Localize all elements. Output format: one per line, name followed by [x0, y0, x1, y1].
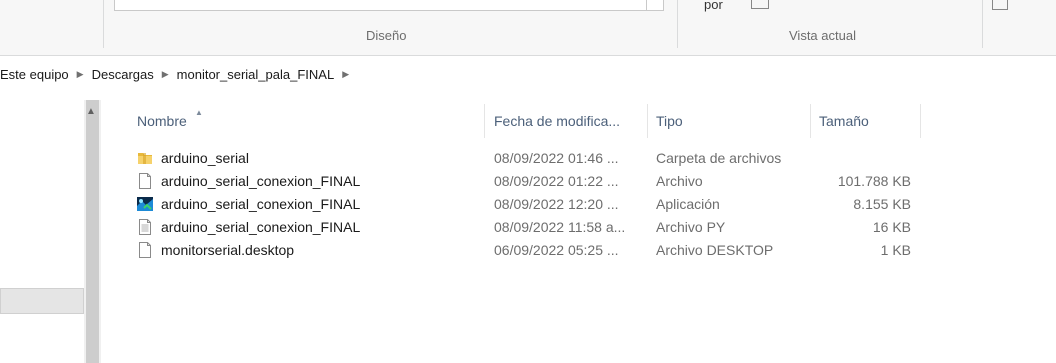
- column-header-size[interactable]: Tamaño: [811, 102, 921, 140]
- file-size: [807, 146, 911, 169]
- ribbon-separator: [982, 0, 983, 48]
- file-name-cell[interactable]: arduino_serial_conexion_FINAL: [137, 169, 360, 192]
- column-header-name[interactable]: Nombre: [101, 102, 485, 140]
- file-name: monitorserial.desktop: [161, 241, 295, 258]
- column-header: Nombre Fecha de modifica... Tipo Tamaño: [101, 102, 1056, 140]
- ribbon-group-layout: Diseño: [366, 28, 407, 43]
- ribbon-input-remnant: [114, 0, 664, 11]
- file-row[interactable]: arduino_serial_conexion_FINAL 08/09/2022…: [101, 215, 1056, 238]
- column-header-type[interactable]: Tipo: [648, 102, 811, 140]
- scrollbar-thumb[interactable]: [86, 100, 99, 363]
- column-header-date[interactable]: Fecha de modifica...: [485, 102, 648, 140]
- file-date: 08/09/2022 01:22 ...: [494, 172, 619, 189]
- ribbon-scroll-remnant: [646, 0, 663, 10]
- ribbon-group-current-view: Vista actual: [789, 28, 856, 43]
- sort-ascending-icon: ▲: [195, 108, 203, 117]
- columns-icon[interactable]: [751, 0, 769, 9]
- column-header-name-label: Nombre: [137, 113, 187, 129]
- file-date: 08/09/2022 01:46 ...: [494, 149, 619, 166]
- column-divider[interactable]: [920, 104, 921, 138]
- folder-icon: [137, 150, 153, 166]
- column-header-type-label: Tipo: [656, 113, 683, 129]
- file-date: 06/09/2022 05:25 ...: [494, 241, 619, 258]
- file-type: Archivo PY: [656, 218, 726, 235]
- ribbon-separator: [677, 0, 678, 48]
- ribbon-checkbox-remnant[interactable]: [992, 0, 1008, 10]
- file-name: arduino_serial_conexion_FINAL: [161, 195, 361, 212]
- file-icon: [137, 241, 153, 258]
- file-type: Aplicación: [656, 195, 720, 212]
- chevron-right-icon[interactable]: ▶: [73, 69, 88, 80]
- file-row[interactable]: arduino_serial_conexion_FINAL 08/09/2022…: [101, 169, 1056, 192]
- file-size: 8.155 KB: [853, 195, 911, 212]
- file-size: 16 KB: [872, 218, 911, 235]
- breadcrumb-current-folder[interactable]: monitor_serial_pala_FINAL: [173, 67, 339, 82]
- file-type: Archivo DESKTOP: [656, 241, 774, 258]
- file-size: 101.788 KB: [837, 172, 911, 189]
- file-date: 08/09/2022 11:58 a...: [494, 218, 626, 235]
- file-list: arduino_serial 08/09/2022 01:46 ... Carp…: [101, 146, 1056, 261]
- ribbon-separator: [103, 0, 104, 48]
- file-name-cell[interactable]: arduino_serial_conexion_FINAL: [137, 215, 360, 238]
- text-file-icon: [137, 218, 153, 235]
- file-type: Carpeta de archivos: [656, 149, 782, 166]
- breadcrumb-downloads[interactable]: Descargas: [88, 67, 158, 82]
- file-icon: [137, 172, 153, 189]
- navigation-pane-scrollbar[interactable]: [84, 100, 101, 363]
- file-size: 1 KB: [880, 241, 911, 258]
- breadcrumb: Este equipo ▶ Descargas ▶ monitor_serial…: [0, 62, 1056, 86]
- file-row[interactable]: arduino_serial 08/09/2022 01:46 ... Carp…: [101, 146, 1056, 169]
- column-header-date-label: Fecha de modifica...: [494, 113, 621, 129]
- file-name: arduino_serial_conexion_FINAL: [161, 172, 361, 189]
- ribbon: por Diseño Vista actual: [0, 0, 1056, 56]
- file-name-cell[interactable]: arduino_serial: [137, 146, 249, 169]
- file-name-cell[interactable]: arduino_serial_conexion_FINAL: [137, 192, 360, 215]
- file-type: Archivo: [656, 172, 703, 189]
- column-header-size-label: Tamaño: [819, 113, 869, 129]
- scroll-up-arrow-icon[interactable]: ▲: [86, 106, 96, 117]
- application-icon: [137, 196, 153, 212]
- file-date: 08/09/2022 12:20 ...: [494, 195, 619, 212]
- file-name: arduino_serial: [161, 149, 249, 166]
- file-row[interactable]: monitorserial.desktop 06/09/2022 05:25 .…: [101, 238, 1056, 261]
- navigation-pane-item[interactable]: [0, 288, 84, 314]
- breadcrumb-this-pc[interactable]: Este equipo: [0, 67, 73, 82]
- file-name: arduino_serial_conexion_FINAL: [161, 218, 361, 235]
- file-name-cell[interactable]: monitorserial.desktop: [137, 238, 294, 261]
- file-row[interactable]: arduino_serial_conexion_FINAL 08/09/2022…: [101, 192, 1056, 215]
- chevron-right-icon[interactable]: ▶: [158, 69, 173, 80]
- ribbon-sort-by-label[interactable]: por: [704, 0, 723, 12]
- chevron-right-icon[interactable]: ▶: [338, 69, 353, 80]
